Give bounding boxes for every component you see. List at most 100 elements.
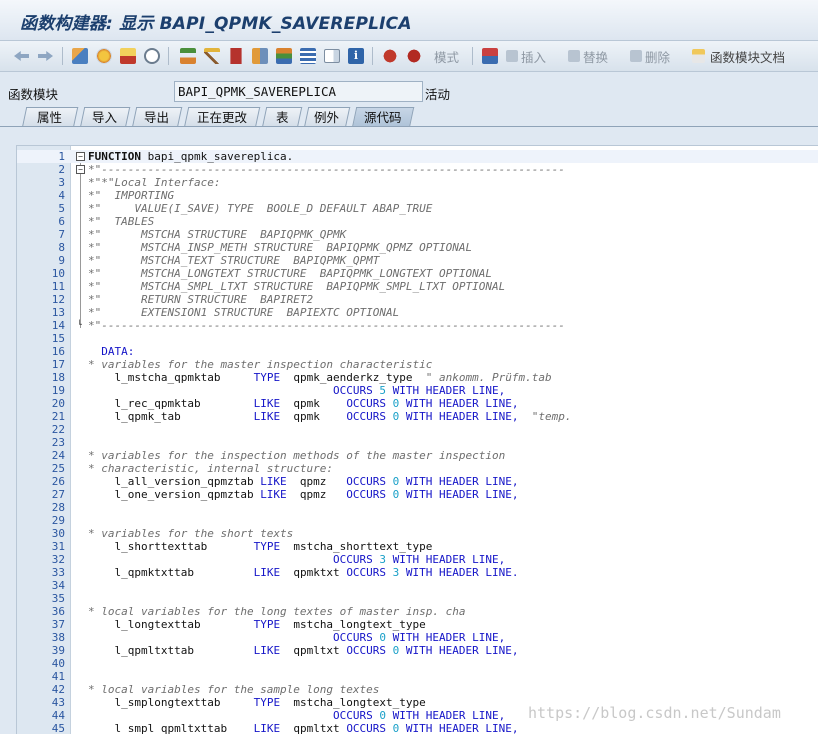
code-text: * variables for the master inspection ch… (88, 358, 433, 371)
code-line: 19 OCCURS 5 WITH HEADER LINE, (17, 384, 818, 397)
code-line: 13 *" EXTENSION1 STRUCTURE BAPIEXTC OPTIO… (17, 306, 818, 319)
tab-exceptions[interactable]: 例外 (304, 107, 351, 127)
code-line: 20 l_rec_qpmktab LIKE qpmk OCCURS 0 WITH… (17, 397, 818, 410)
tab-import[interactable]: 导入 (80, 107, 131, 127)
line-number: 29 (51, 514, 65, 527)
code-line: 40 (17, 657, 818, 670)
pretty-printer-icon[interactable] (228, 46, 244, 66)
code-line: 15 (17, 332, 818, 345)
line-number: 40 (51, 657, 65, 670)
code-text: l_one_version_qpmztab LIKE qpmz OCCURS 0… (88, 488, 519, 501)
line-number: 16 (51, 345, 65, 358)
fold-toggle-icon[interactable]: − (76, 165, 85, 174)
code-text: *" MSTCHA STRUCTURE BAPIQPMK_QPMK (88, 228, 347, 241)
code-text: * characteristic, internal structure: (88, 462, 334, 475)
line-number: 42 (51, 683, 65, 696)
code-text: l_all_version_qpmztab LIKE qpmz OCCURS 0… (88, 475, 519, 488)
code-line: 11 *" MSTCHA_SMPL_LTXT STRUCTURE BAPIQPMK… (17, 280, 818, 293)
line-number: 37 (51, 618, 65, 631)
code-text: l_mstcha_qpmktab TYPE qpmk_aenderkz_type… (88, 371, 552, 384)
line-number: 24 (51, 449, 65, 462)
delete-button[interactable]: 删除 (630, 46, 670, 66)
code-line: 39 l_qpmltxttab LIKE qpmltxt OCCURS 0 WI… (17, 644, 818, 657)
code-line: 28 (17, 501, 818, 514)
layout-icon[interactable] (324, 46, 340, 66)
fold-toggle-icon[interactable]: − (76, 152, 85, 161)
insert-label: 插入 (521, 49, 547, 65)
line-number: 6 (58, 215, 65, 228)
code-text: OCCURS 3 WITH HEADER LINE, (333, 553, 506, 566)
line-number: 26 (51, 475, 65, 488)
window-title: 函数构建器: 显示 BAPI_QPMK_SAVEREPLICA (20, 14, 412, 34)
line-number: 19 (51, 384, 65, 397)
code-line: 25 * characteristic, internal structure: (17, 462, 818, 475)
breakpoint-external-icon[interactable] (406, 46, 422, 66)
display-change-icon[interactable] (72, 46, 88, 66)
navigate-icon[interactable] (252, 46, 268, 66)
stack-icon[interactable] (482, 46, 498, 66)
line-number: 35 (51, 592, 65, 605)
tab-export[interactable]: 导出 (132, 107, 183, 127)
hierarchy-icon[interactable] (180, 46, 196, 66)
code-line: 37 l_longtexttab TYPE mstcha_longtext_ty… (17, 618, 818, 631)
tab-attributes[interactable]: 属性 (22, 107, 79, 127)
line-number: 2 (58, 163, 65, 176)
line-number: 23 (51, 436, 65, 449)
code-line: 10 *" MSTCHA_LONGTEXT STRUCTURE BAPIQPMK_… (17, 267, 818, 280)
code-text: *"--------------------------------------… (88, 163, 565, 176)
tab-changing[interactable]: 正在更改 (184, 107, 261, 127)
code-line: 4 *" IMPORTING (17, 189, 818, 202)
function-module-field[interactable]: BAPI_QPMK_SAVEREPLICA (174, 81, 423, 102)
line-number: 1 (58, 150, 65, 163)
abap-editor[interactable]: 1− FUNCTION bapi_qpmk_savereplica. 2− *"---… (16, 145, 818, 734)
line-number: 44 (51, 709, 65, 722)
object-list-icon[interactable] (276, 46, 292, 66)
replace-icon (568, 50, 580, 62)
code-line: 23 (17, 436, 818, 449)
tab-tables[interactable]: 表 (262, 107, 303, 127)
where-used-icon[interactable] (144, 46, 160, 66)
insert-button[interactable]: 插入 (506, 46, 546, 66)
line-number: 15 (51, 332, 65, 345)
line-number: 10 (51, 267, 65, 280)
back-arrow-icon[interactable] (14, 46, 29, 66)
line-number: 41 (51, 670, 65, 683)
line-number: 22 (51, 423, 65, 436)
code-text: l_longtexttab TYPE mstcha_longtext_type (88, 618, 426, 631)
code-line: 22 (17, 423, 818, 436)
code-line: 35 (17, 592, 818, 605)
function-module-row: 函数模块 BAPI_QPMK_SAVEREPLICA 活动 (0, 78, 818, 106)
tab-source-code[interactable]: 源代码 (352, 107, 415, 127)
code-line: 31 l_shorttexttab TYPE mstcha_shorttext_… (17, 540, 818, 553)
forward-arrow-icon[interactable] (38, 46, 53, 66)
insert-icon (506, 50, 518, 62)
line-number: 36 (51, 605, 65, 618)
code-text: *" MSTCHA_SMPL_LTXT STRUCTURE BAPIQPMK_S… (88, 280, 506, 293)
magic-wand-icon[interactable] (204, 46, 220, 66)
function-module-label: 函数模块 (8, 87, 59, 102)
delete-icon (630, 50, 642, 62)
line-number: 38 (51, 631, 65, 644)
code-line: 7 *" MSTCHA STRUCTURE BAPIQPMK_QPMK (17, 228, 818, 241)
code-line: 26 l_all_version_qpmztab LIKE qpmz OCCUR… (17, 475, 818, 488)
line-number: 21 (51, 410, 65, 423)
check-object-icon[interactable] (120, 46, 136, 66)
line-number: 32 (51, 553, 65, 566)
mode-button[interactable]: 模式 (434, 46, 459, 66)
code-line: 9 *" MSTCHA_TEXT STRUCTURE BAPIQPMK_QPMT (17, 254, 818, 267)
breakpoint-session-icon[interactable] (382, 46, 398, 66)
line-number: 34 (51, 579, 65, 592)
info-icon[interactable]: i (348, 46, 364, 66)
line-number: 39 (51, 644, 65, 657)
function-module-doc-button[interactable]: 函数模块文档 (692, 46, 785, 66)
replace-button[interactable]: 替换 (568, 46, 608, 66)
delete-label: 删除 (645, 49, 671, 65)
code-text: *" MSTCHA_INSP_METH STRUCTURE BAPIQPMK_Q… (88, 241, 473, 254)
activate-icon[interactable] (96, 46, 112, 66)
code-line: 1 − FUNCTION bapi_qpmk_savereplica. (17, 150, 818, 163)
pattern-icon[interactable] (300, 46, 316, 66)
code-text: *"*"Local Interface: (88, 176, 221, 189)
code-text: *" IMPORTING (88, 189, 175, 202)
code-line: 34 (17, 579, 818, 592)
code-line: 17 * variables for the master inspection … (17, 358, 818, 371)
